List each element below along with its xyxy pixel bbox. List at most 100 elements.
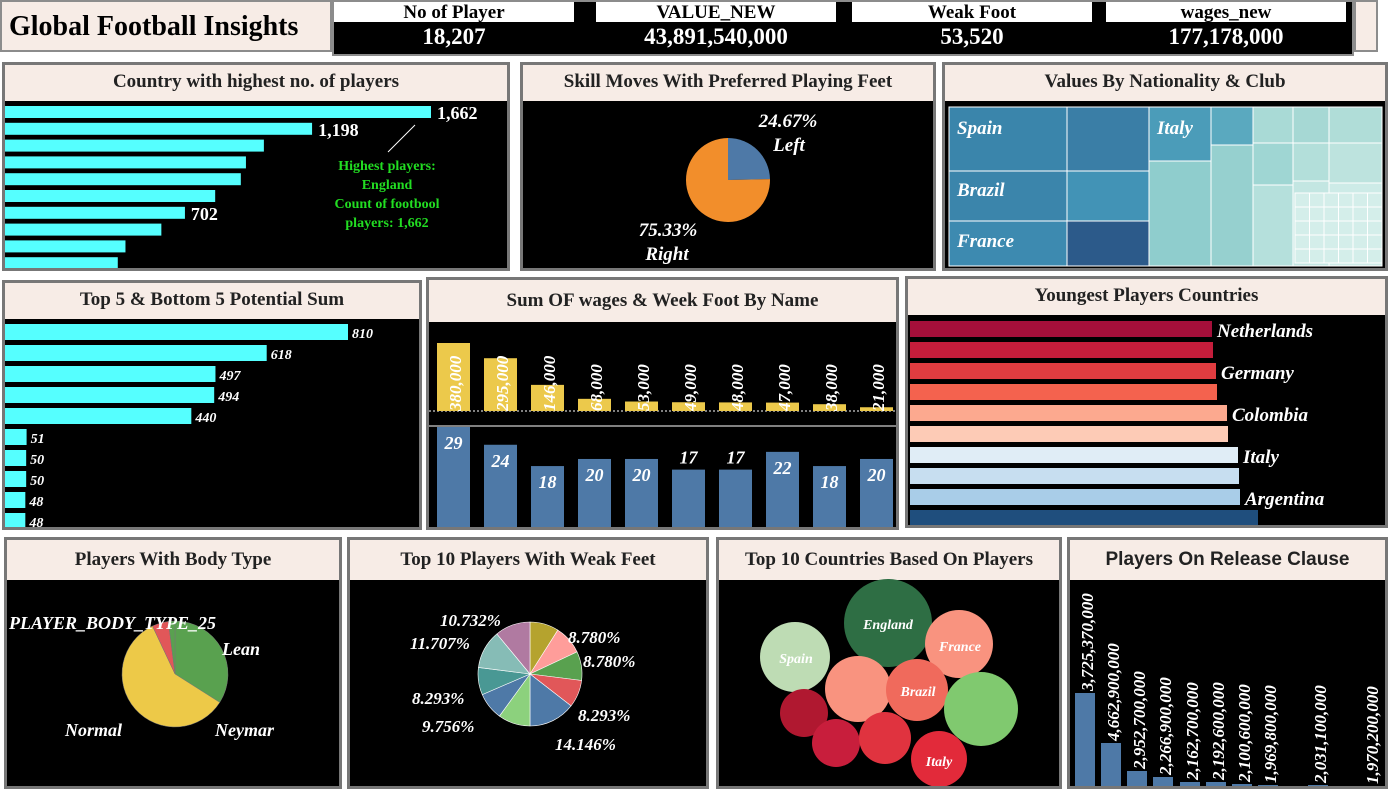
treemap-cell [1323,192,1339,208]
bar-label: 2,266,900,000 [1156,677,1175,776]
wage-label: 380,000 [446,355,465,412]
treemap-cell [1252,106,1294,144]
bubble-label: France [938,640,981,655]
bar [5,122,313,135]
weak-feet-chart: 10.732% 11.707% 8.780% 8.780% 8.293% 9.756% 8.… [410,611,635,754]
kpi-value-new: VALUE_NEW 43,891,540,000 [596,2,836,52]
bar [5,257,118,268]
bar [5,240,126,253]
treemap-cell [1367,220,1383,236]
bar [5,387,215,403]
bar-label: 2,192,600,000 [1209,682,1228,781]
data-label: 51 [31,432,45,447]
weakfoot-label: 18 [539,472,557,492]
treemap-cell [1352,192,1368,208]
slice-label: 11.707% [410,634,470,653]
treemap-cell [1210,106,1254,146]
treemap-cell [1252,184,1294,267]
kpi-value: 43,891,540,000 [644,24,788,49]
slice-label: 8.293% [412,689,464,708]
treemap-label: Brazil [956,180,1005,201]
bar-label: 2,100,600,000 [1235,684,1254,783]
treemap-cell [1294,220,1310,236]
weakfoot-label: 29 [444,433,463,453]
data-label: 494 [217,390,239,405]
slice-label: Normal [64,720,122,740]
bar-label: 3,725,370,000 [1078,593,1097,692]
bar [910,489,1240,505]
treemap-cell [1352,234,1368,250]
treemap-label: Italy [1156,118,1193,139]
weakfoot-label: 24 [491,451,510,471]
annotation-text: Count of footbool [334,197,439,212]
annotation-text: players: 1,662 [345,216,428,231]
treemap-cell [1367,192,1383,208]
treemap-cell [1294,248,1310,264]
slice-label: 14.146% [555,735,616,754]
slice-label: PLAYER_BODY_TYPE_25 [8,613,216,633]
bar-label: Colombia [1232,405,1309,426]
slice-label: 8.293% [578,706,630,725]
bubble-label: Italy [925,755,953,770]
kpi-bar: No of Player 18,207 VALUE_NEW 43,891,540… [332,0,1354,56]
bar [1180,782,1200,786]
bar-label: 2,162,700,000 [1183,682,1202,781]
wage-label: 49,000 [681,364,700,412]
bubble [859,712,911,764]
slice-label: 8.780% [568,628,620,647]
bar [5,429,27,445]
treemap-cell [1309,248,1325,264]
data-label: 48 [28,516,43,530]
preferred-foot-chart: 24.67% Left 75.33% Right [639,111,818,265]
treemap-cell [1328,106,1383,144]
treemap-cell [1294,192,1310,208]
wage-label: 38,000 [822,364,841,412]
data-label: 497 [218,369,241,384]
bar [5,324,348,340]
kpi-value: 53,520 [940,24,1004,49]
kpi-wages-new: wages_new 177,178,000 [1106,2,1346,52]
bar [5,345,267,361]
panel-body-type: Players With Body Type PLAYER_BODY_TYPE_… [4,537,342,789]
panel-country-players: Country with highest no. of players 1,66… [2,62,510,271]
treemap-cell [1367,234,1383,250]
bar [1075,693,1095,786]
bar-label: Germany [1221,363,1294,384]
panel-top10-countries: Top 10 Countries Based On Players Englan… [716,537,1062,789]
treemap-cell [1338,206,1354,222]
data-label: 50 [30,474,44,489]
bar [5,190,216,202]
bar [1308,785,1328,786]
treemap-cell [1323,206,1339,222]
bar [5,366,216,382]
treemap-cell [1323,220,1339,236]
bubble-label: Spain [779,652,813,667]
data-label: 618 [271,348,292,363]
bar-label: 4,662,900,000 [1104,643,1123,742]
kpi-players: No of Player 18,207 [334,2,574,52]
treemap-cell [1338,192,1354,208]
pie-slice [728,138,770,180]
country-players-chart: 1,662 1,198 702 Highest players: England Coun… [5,103,478,268]
slice-label: Lean [221,639,260,659]
bar [910,384,1217,400]
wages-weakfoot-chart: 380,000 295,000 146,000 68,000 53,000 49,000 4… [429,343,896,527]
kpi-label: wages_new [1106,2,1346,23]
slice-label: Left [772,135,805,156]
bar [5,206,185,219]
weakfoot-label: 17 [727,448,746,468]
kpi-strip [1354,0,1378,52]
weakfoot-label: 18 [821,472,839,492]
kpi-label: Weak Foot [852,2,1092,23]
treemap-cell [1309,192,1325,208]
treemap-cell [1352,248,1368,264]
treemap-cell [1066,220,1150,267]
data-label: 50 [30,453,44,468]
slice-label: 8.780% [583,652,635,671]
weakfoot-bar [672,469,705,527]
annotation-text: England [362,178,413,193]
slice-label: Right [644,244,689,265]
bar [5,156,246,169]
bar [1232,784,1252,786]
bar [910,426,1228,442]
